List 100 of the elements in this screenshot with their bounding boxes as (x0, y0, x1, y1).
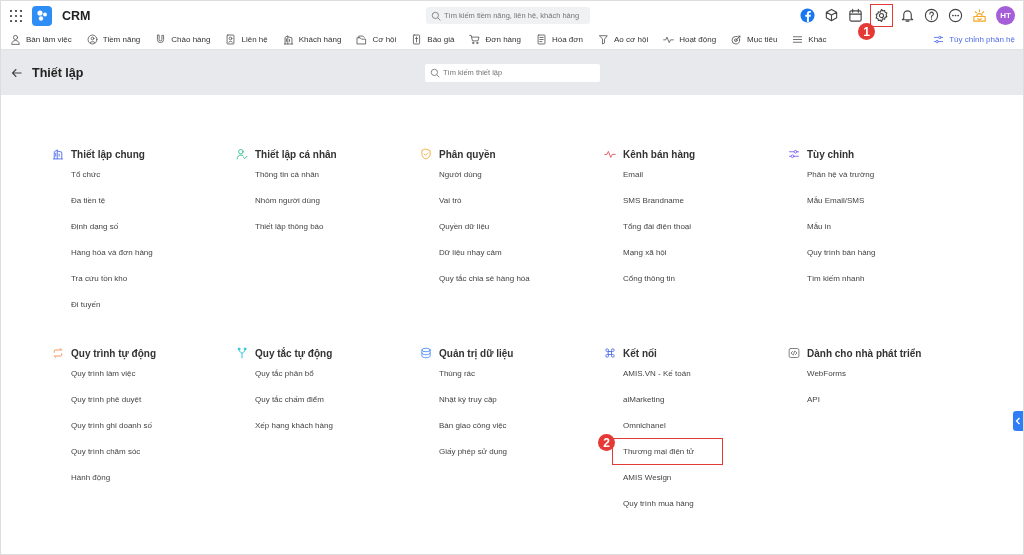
nav-tab[interactable]: Khác (792, 34, 827, 45)
sliders-icon (788, 148, 800, 160)
settings-link[interactable]: Quy tắc chia sẻ hàng hóa (439, 273, 530, 283)
settings-link[interactable]: Quy trình phê duyệt (71, 394, 142, 404)
settings-link[interactable]: Nhật ký truy cập (439, 394, 497, 404)
header-icon-button[interactable] (946, 6, 965, 25)
settings-link[interactable]: Mẫu Email/SMS (807, 195, 865, 205)
settings-link[interactable]: Định dạng số (71, 221, 119, 231)
nav-tab[interactable]: Khách hàng (282, 34, 342, 45)
section-title: Kết nối (623, 347, 657, 359)
section-title: Thiết lập chung (71, 148, 145, 160)
settings-link[interactable]: API (807, 394, 820, 404)
section-title: Kênh bán hàng (623, 148, 696, 160)
settings-link[interactable]: Thông tin cá nhân (255, 169, 320, 179)
settings-link[interactable]: AMIS Wesign (623, 472, 672, 482)
help-icon (924, 8, 939, 23)
settings-link[interactable]: Quy trình mua hàng (623, 498, 694, 508)
building-icon (282, 34, 294, 45)
settings-link[interactable]: Giấy phép sử dụng (439, 446, 508, 456)
settings-icon (874, 8, 889, 23)
settings-link[interactable]: Vai trò (439, 195, 462, 205)
fork-icon (236, 347, 248, 359)
chevron-left-icon (1015, 417, 1021, 425)
settings-link[interactable]: Tổng đài điện thoại (623, 221, 692, 231)
settings-link[interactable]: Mẫu in (807, 221, 831, 231)
nav-tab[interactable]: Đơn hàng (469, 34, 521, 45)
nav-tab[interactable]: Báo giá (411, 34, 455, 45)
settings-link[interactable]: Quy trình làm việc (71, 368, 136, 378)
section-title: Quản trị dữ liệu (439, 347, 514, 359)
target-icon (731, 34, 743, 45)
back-arrow-icon[interactable] (11, 66, 23, 79)
customize-modules-link[interactable]: Tùy chỉnh phân hệ (933, 34, 1015, 45)
settings-link[interactable]: Hành động (71, 472, 111, 482)
settings-link[interactable]: WebForms (807, 368, 846, 378)
folder-icon (356, 34, 368, 45)
magnet-icon (155, 34, 167, 45)
person-icon (86, 34, 98, 45)
settings-link[interactable]: Tìm kiếm nhanh (807, 273, 865, 283)
settings-link[interactable]: Quy tắc phân bổ (255, 368, 314, 378)
settings-link[interactable]: aiMarketing (623, 394, 665, 404)
nav-tab[interactable]: Chào hàng (155, 34, 211, 45)
page-title: Thiết lập (32, 65, 84, 80)
settings-link[interactable]: Tổ chức (71, 169, 101, 179)
settings-link[interactable]: Quy trình ghi doanh số (71, 420, 152, 430)
settings-link[interactable]: Hàng hóa và đơn hàng (71, 247, 153, 257)
settings-link[interactable]: Đa tiền tệ (71, 195, 106, 205)
nav-tab[interactable]: Cơ hội (356, 34, 397, 45)
receipt-icon (535, 34, 547, 45)
command-icon (604, 347, 616, 359)
settings-link[interactable]: Nhóm người dùng (255, 195, 320, 205)
settings-link[interactable]: Cổng thông tin (623, 273, 676, 283)
settings-link[interactable]: AMIS.VN - Kế toán (623, 368, 691, 378)
more-icon (948, 8, 963, 23)
person-check-icon (236, 148, 248, 160)
funnel-icon (598, 34, 609, 45)
user-avatar[interactable]: HT (996, 6, 1015, 25)
nav-tab[interactable]: Tiềm năng (86, 34, 141, 45)
header-icon-button[interactable] (798, 6, 817, 25)
menu-icon (792, 34, 804, 45)
settings-link[interactable]: Xếp hạng khách hàng (255, 420, 333, 430)
header-icon-button[interactable] (922, 6, 941, 25)
settings-link[interactable]: Thương mại điện tử (613, 438, 723, 464)
settings-link[interactable]: Quyền dữ liệu (439, 221, 490, 231)
section-title: Tùy chỉnh (807, 148, 855, 160)
settings-link[interactable]: Thiết lập thông báo (255, 221, 324, 231)
sliders-icon (933, 34, 945, 45)
settings-link[interactable]: Đi tuyến (71, 299, 101, 309)
settings-link[interactable]: Tra cứu tồn kho (71, 273, 128, 283)
person-icon (10, 34, 21, 45)
nav-tab[interactable]: Ao cơ hội (598, 34, 649, 45)
nav-tab[interactable]: Mục tiêu (731, 34, 778, 45)
nav-tab[interactable]: Liên hệ (225, 34, 268, 45)
header-icon-button[interactable] (846, 6, 865, 25)
settings-link[interactable]: Quy tắc chấm điểm (255, 394, 324, 404)
collapse-panel-button[interactable] (1013, 411, 1023, 431)
settings-link[interactable]: Email (623, 169, 643, 179)
settings-link[interactable]: Phân hệ và trường (807, 169, 875, 179)
nav-tab[interactable]: Bàn làm việc (10, 34, 72, 45)
app-grid-icon[interactable] (10, 9, 22, 22)
section-title: Dành cho nhà phát triển (807, 347, 922, 359)
settings-link[interactable]: Quy trình bán hàng (807, 247, 876, 257)
database-icon (420, 347, 432, 359)
section-title: Phân quyền (439, 148, 496, 160)
header-icon-button[interactable] (870, 4, 893, 27)
nav-tab[interactable]: Hóa đơn (535, 34, 583, 45)
settings-link[interactable]: Quy trình chăm sóc (71, 446, 141, 456)
settings-link[interactable]: Bàn giao công việc (439, 420, 507, 430)
building-icon (52, 148, 64, 160)
settings-link[interactable]: Dữ liệu nhạy cảm (439, 247, 502, 257)
settings-link[interactable]: SMS Brandname (623, 195, 684, 205)
step-badge: 1 (858, 23, 875, 40)
facebook-icon (800, 8, 815, 23)
step-badge: 2 (598, 434, 615, 451)
section-title: Quy tắc tự động (255, 347, 333, 359)
settings-link[interactable]: Mạng xã hội (623, 247, 667, 257)
cube-icon (824, 8, 839, 23)
settings-link[interactable]: Thùng rác (439, 368, 476, 378)
settings-link[interactable]: Omnichanel (623, 420, 666, 430)
nav-tab[interactable]: Hoạt động (663, 34, 717, 45)
settings-link[interactable]: Người dùng (439, 169, 482, 179)
